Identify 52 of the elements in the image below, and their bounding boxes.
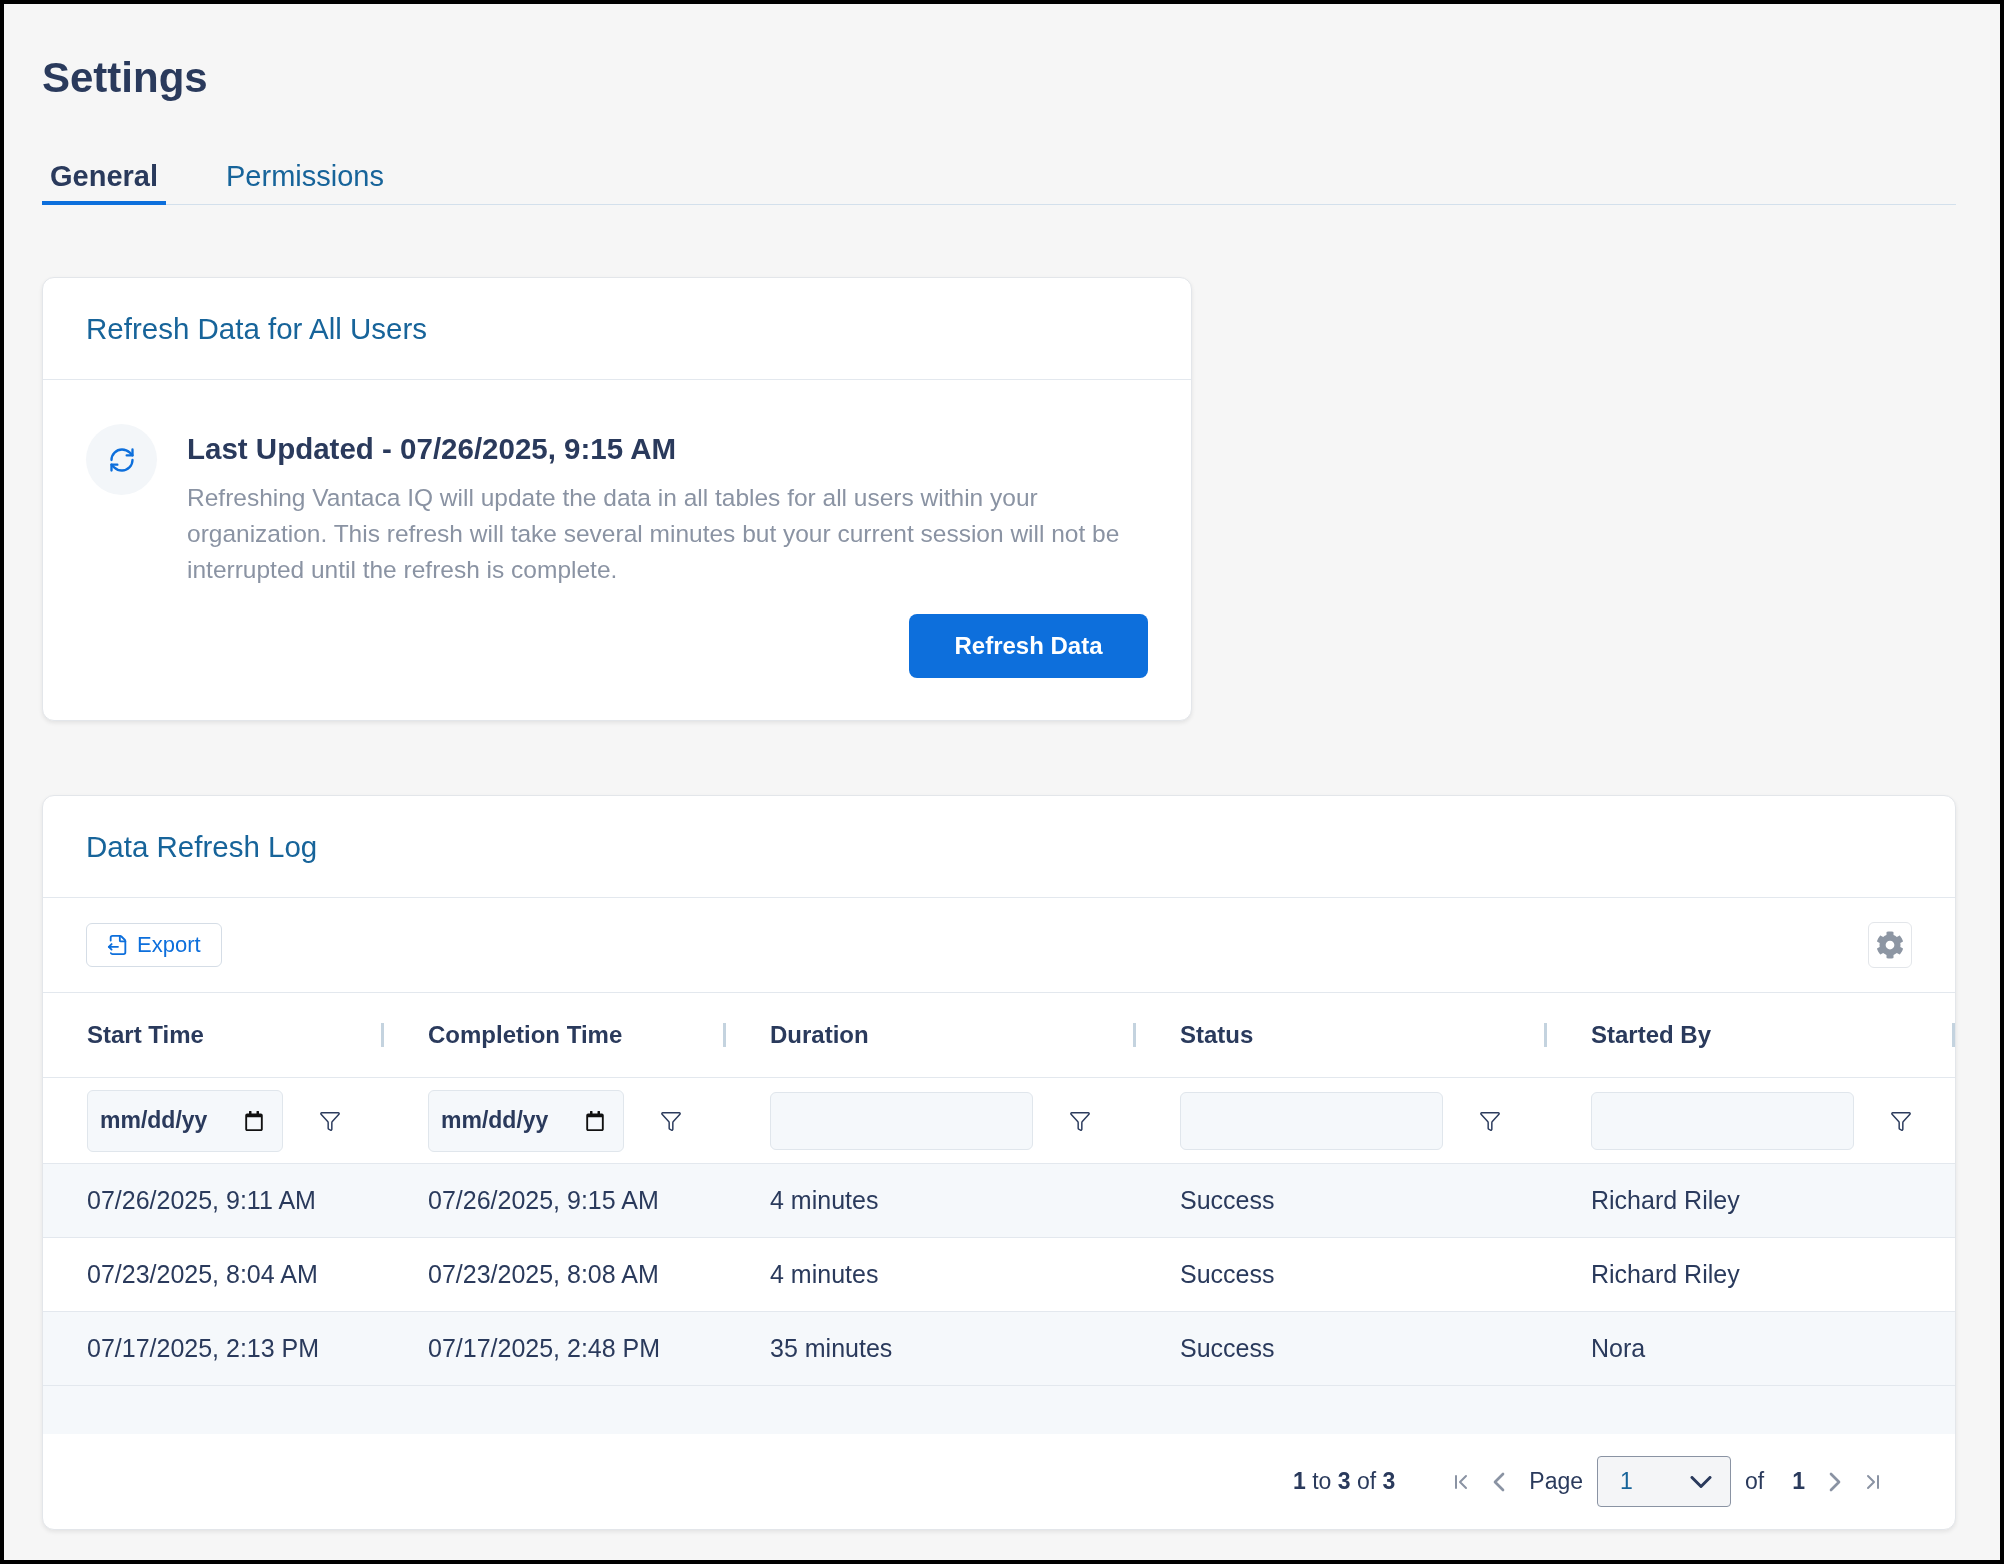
table-cell-text: 07/17/2025, 2:48 PM (427, 1333, 662, 1364)
table-cell-text: 07/23/2025, 8:08 AM (427, 1259, 660, 1290)
table-cell-text: 07/23/2025, 8:04 AM (86, 1259, 319, 1290)
tab[interactable]: Permissions (218, 160, 392, 205)
filter-icon[interactable] (660, 1109, 682, 1132)
card-title: Refresh Data for All Users (86, 311, 427, 346)
total-pages: 1 (1792, 1468, 1805, 1495)
date-input[interactable]: mm/dd/yy (441, 1107, 583, 1134)
row-count: 1 to 3 of 3 (1292, 1468, 1396, 1495)
table-cell-text: 07/26/2025, 9:11 AM (86, 1185, 317, 1216)
table-cell-text: Success (1179, 1259, 1276, 1290)
table-cell-text: Success (1179, 1185, 1276, 1216)
table-cell-text: Richard Riley (1590, 1259, 1741, 1290)
page-label: Page (1529, 1468, 1583, 1495)
export-button[interactable]: Export (86, 923, 222, 967)
table-cell-text: 07/26/2025, 9:15 AM (427, 1185, 660, 1216)
table-cell-text: 35 minutes (769, 1333, 894, 1364)
filter-icon[interactable] (1069, 1109, 1091, 1132)
table-cell-text: 4 minutes (769, 1185, 880, 1216)
filter-icon[interactable] (319, 1109, 341, 1132)
page-select[interactable]: 1 (1597, 1456, 1731, 1507)
last-updated-heading: Last Updated - 07/26/2025, 9:15 AM (187, 432, 678, 466)
page-title: Settings (42, 54, 209, 102)
settings-icon (1876, 931, 1904, 959)
of-label: of (1745, 1468, 1765, 1495)
filter-field[interactable] (1591, 1091, 1854, 1150)
settings-button[interactable] (1868, 922, 1912, 968)
filter-icon[interactable] (1479, 1109, 1501, 1132)
calendar-icon (244, 1110, 264, 1131)
export-icon (107, 934, 129, 956)
date-filter-field[interactable]: mm/dd/yy (87, 1089, 283, 1152)
calendar-icon (585, 1110, 605, 1131)
card-title: Data Refresh Log (86, 829, 318, 864)
table-cell-text: Nora (1590, 1333, 1647, 1364)
refresh-description: Refreshing Vantaca IQ will update the data in all tables for all users within your organization. This refresh will take several minutes but your current session will not be interrupted until the refresh is complete. (187, 483, 1121, 585)
filter-field[interactable] (1180, 1091, 1443, 1150)
tab[interactable]: General (42, 160, 166, 205)
refresh-data-button[interactable]: Refresh Data (909, 614, 1148, 678)
table-cell-text: Success (1179, 1333, 1276, 1364)
column-header[interactable]: Started By (1591, 1021, 1712, 1049)
chevron-down-icon (1690, 1475, 1712, 1488)
table-cell-text: 07/17/2025, 2:13 PM (86, 1333, 321, 1364)
column-header[interactable]: Duration (770, 1021, 869, 1049)
date-filter-field[interactable]: mm/dd/yy (428, 1089, 624, 1152)
column-header[interactable]: Status (1180, 1021, 1254, 1049)
column-header[interactable]: Start Time (87, 1021, 204, 1049)
column-header[interactable]: Completion Time (428, 1021, 623, 1049)
filter-field[interactable] (770, 1091, 1033, 1150)
table-cell-text: 4 minutes (769, 1259, 880, 1290)
filter-icon[interactable] (1890, 1109, 1912, 1132)
date-input[interactable]: mm/dd/yy (100, 1107, 242, 1134)
table-cell-text: Richard Riley (1590, 1185, 1741, 1216)
